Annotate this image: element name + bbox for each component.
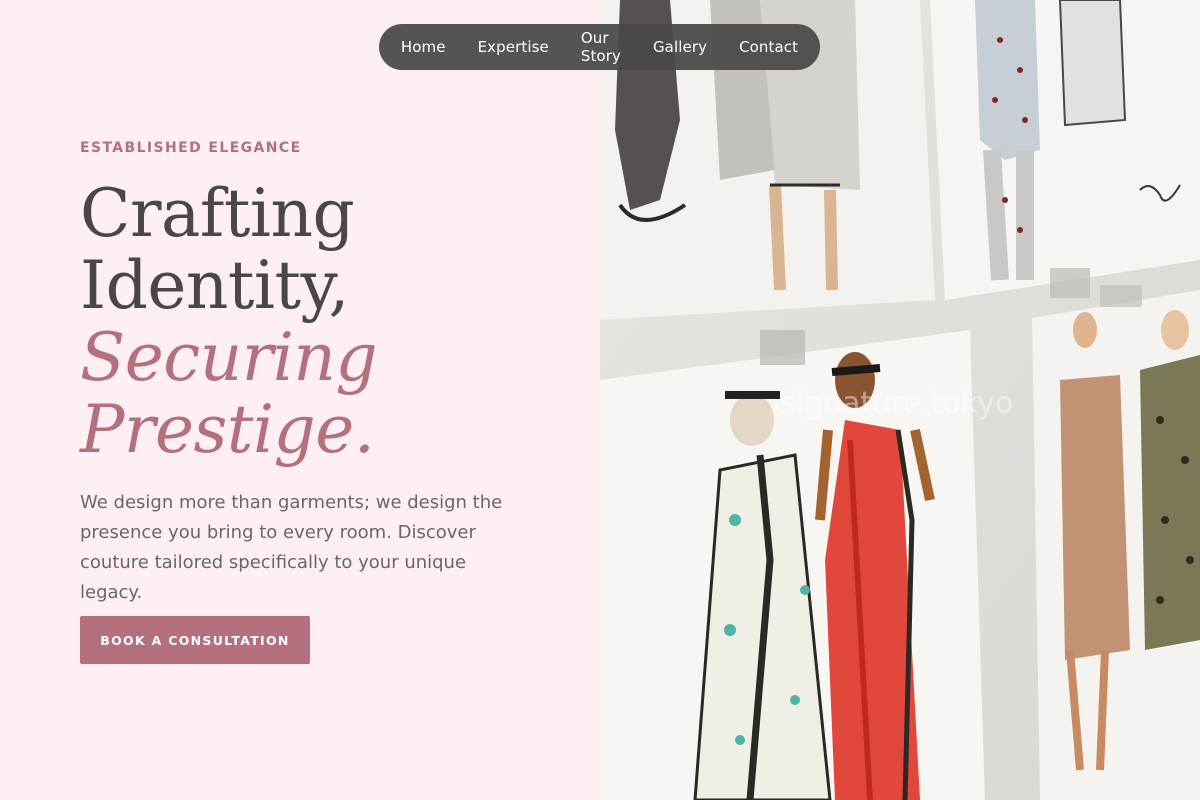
headline-line-2: Identity, xyxy=(80,247,350,324)
nav-home-link[interactable]: Home xyxy=(401,38,446,56)
hero-eyebrow: ESTABLISHED ELEGANCE xyxy=(80,140,302,156)
nav-gallery-link[interactable]: Gallery xyxy=(653,38,707,56)
hero-intro: We design more than garments; we design … xyxy=(80,492,503,603)
nav-expertise-link[interactable]: Expertise xyxy=(478,38,549,56)
main-nav: Home Expertise Our Story Gallery Contact xyxy=(379,24,820,70)
book-consultation-button[interactable]: BOOK A CONSULTATION xyxy=(80,616,310,664)
nav-contact-link[interactable]: Contact xyxy=(739,38,798,56)
headline-line-1: Crafting xyxy=(80,175,355,252)
hero-headline: Crafting Identity, Securing Prestige. xyxy=(80,175,378,468)
headline-accent-line-2: Prestige. xyxy=(80,391,375,468)
headline-accent-line-1: Securing xyxy=(80,319,378,396)
fashion-sketches-image xyxy=(600,0,1200,800)
hero-image xyxy=(600,0,1200,800)
nav-our-story-link[interactable]: Our Story xyxy=(581,29,621,65)
